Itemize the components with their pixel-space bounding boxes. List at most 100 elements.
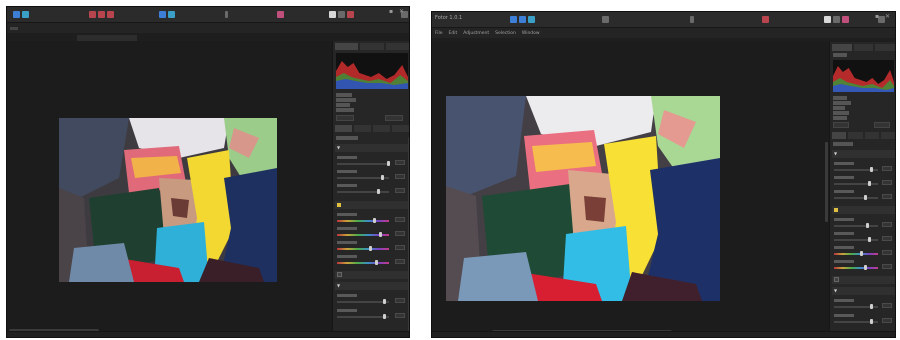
slider-value[interactable] xyxy=(882,264,892,269)
menu-edit[interactable]: Edit xyxy=(449,31,458,36)
slider-knob[interactable] xyxy=(379,232,382,237)
slider-knob[interactable] xyxy=(375,260,378,265)
tab-navigator[interactable] xyxy=(853,44,874,51)
crop-tool-icon[interactable] xyxy=(602,16,609,23)
slider-clarity[interactable] xyxy=(337,316,389,318)
slider-highlights[interactable] xyxy=(337,191,389,193)
hand-tool-icon[interactable] xyxy=(13,11,20,18)
print-icon[interactable] xyxy=(338,11,345,18)
slider-temperature[interactable] xyxy=(337,220,389,222)
slider-knob[interactable] xyxy=(369,246,372,251)
section-exposure[interactable]: ▼ xyxy=(335,144,409,152)
slider-value[interactable] xyxy=(882,180,892,185)
slider-knob[interactable] xyxy=(383,299,386,304)
menu-file[interactable]: File xyxy=(435,31,443,36)
slider-knob[interactable] xyxy=(387,161,390,166)
slider-value[interactable] xyxy=(882,318,892,323)
zoom-field[interactable] xyxy=(336,115,354,121)
slider-knob[interactable] xyxy=(377,189,380,194)
tab-basic[interactable] xyxy=(335,125,352,132)
brush-tool-icon[interactable] xyxy=(107,11,114,18)
size-field[interactable] xyxy=(874,122,890,128)
slider-knob[interactable] xyxy=(868,237,871,242)
heal-tool-icon[interactable] xyxy=(762,16,769,23)
hand-tool-icon[interactable] xyxy=(510,16,517,23)
slider-knob[interactable] xyxy=(868,181,871,186)
share-icon[interactable] xyxy=(347,11,354,18)
straighten-tool-icon[interactable] xyxy=(98,11,105,18)
menu-selection[interactable]: Selection xyxy=(495,31,516,36)
section-exposure[interactable]: ▼ xyxy=(832,150,895,158)
minimize-icon[interactable]: ▪ ✕ xyxy=(875,13,892,20)
slider-value[interactable] xyxy=(395,298,405,303)
rotate-icon[interactable] xyxy=(225,11,228,18)
tab-detail[interactable] xyxy=(392,125,409,132)
slider-knob[interactable] xyxy=(870,304,873,309)
split-view-icon[interactable] xyxy=(168,11,175,18)
section-sharpness[interactable]: ▼ xyxy=(832,287,895,295)
slider-knob[interactable] xyxy=(870,319,873,324)
slider-saturation[interactable] xyxy=(337,248,389,250)
slider-value[interactable] xyxy=(395,245,405,250)
slider-value[interactable] xyxy=(395,160,405,165)
image-canvas[interactable] xyxy=(432,42,829,333)
slider-exposure[interactable] xyxy=(337,163,389,165)
enable-checkbox[interactable] xyxy=(337,272,342,277)
tab-tone[interactable] xyxy=(354,125,371,132)
slider-value[interactable] xyxy=(395,174,405,179)
zoom-field[interactable] xyxy=(833,122,849,128)
heal-tool-icon[interactable] xyxy=(277,11,284,18)
slider-knob[interactable] xyxy=(373,218,376,223)
section-color[interactable] xyxy=(335,201,409,209)
slider-value[interactable] xyxy=(395,259,405,264)
tab-histogram[interactable] xyxy=(832,44,852,51)
slider-knob[interactable] xyxy=(870,167,873,172)
enable-checkbox[interactable] xyxy=(834,277,839,282)
slider-value[interactable] xyxy=(882,222,892,227)
slider-value[interactable] xyxy=(882,250,892,255)
tab-detail[interactable] xyxy=(880,132,895,139)
slider-value[interactable] xyxy=(882,194,892,199)
tab-color[interactable] xyxy=(864,132,879,139)
image-canvas[interactable] xyxy=(7,41,332,331)
compare-icon[interactable] xyxy=(159,11,166,18)
tab-tone[interactable] xyxy=(848,132,863,139)
slider-value[interactable] xyxy=(395,231,405,236)
menu-adjustment[interactable]: Adjustment xyxy=(463,31,489,36)
slider-knob[interactable] xyxy=(864,265,867,270)
zoom-tool-icon[interactable] xyxy=(22,11,29,18)
section-curves[interactable] xyxy=(832,276,895,284)
crop-tool-icon[interactable] xyxy=(89,11,96,18)
tab-color[interactable] xyxy=(373,125,390,132)
print-icon[interactable] xyxy=(833,16,840,23)
tab-basic[interactable] xyxy=(832,132,847,139)
slider-saturation[interactable] xyxy=(834,253,878,255)
slider-value[interactable] xyxy=(395,313,405,318)
slider-knob[interactable] xyxy=(864,195,867,200)
slider-knob[interactable] xyxy=(381,175,384,180)
tab-info[interactable] xyxy=(875,44,895,51)
share-icon[interactable] xyxy=(842,16,849,23)
tab-histogram[interactable] xyxy=(335,43,359,50)
slider-value[interactable] xyxy=(395,217,405,222)
slider-contrast[interactable] xyxy=(834,183,878,185)
slider-temperature[interactable] xyxy=(834,225,878,227)
tab-info[interactable] xyxy=(385,43,409,50)
slider-knob[interactable] xyxy=(860,251,863,256)
section-sharpness[interactable]: ▼ xyxy=(335,282,409,290)
slider-knob[interactable] xyxy=(866,223,869,228)
export-icon[interactable] xyxy=(329,11,336,18)
menu-item-1[interactable] xyxy=(10,26,18,30)
size-field[interactable] xyxy=(385,115,403,121)
slider-tint[interactable] xyxy=(834,239,878,241)
export-icon[interactable] xyxy=(824,16,831,23)
section-color[interactable] xyxy=(832,206,895,214)
canvas-scrollbar[interactable] xyxy=(825,142,828,222)
section-curves[interactable] xyxy=(335,271,409,279)
rotate-icon[interactable] xyxy=(690,16,694,23)
tab-navigator[interactable] xyxy=(360,43,384,50)
slider-value[interactable] xyxy=(882,303,892,308)
slider-vibrance[interactable] xyxy=(834,267,878,269)
slider-knob[interactable] xyxy=(383,314,386,319)
slider-value[interactable] xyxy=(882,236,892,241)
